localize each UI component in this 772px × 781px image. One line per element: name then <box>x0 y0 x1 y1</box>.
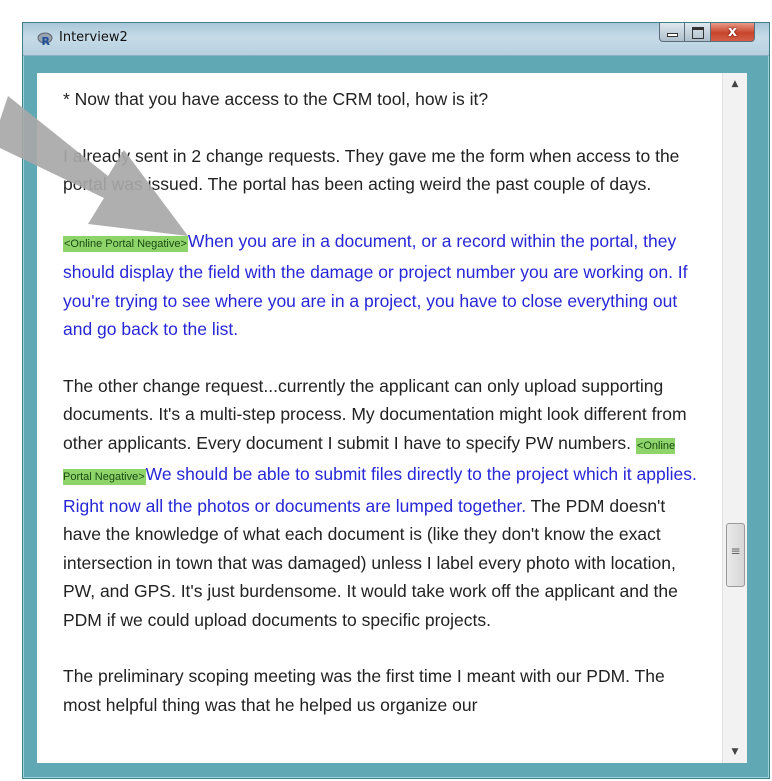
scroll-up-icon[interactable]: ▲ <box>723 73 747 95</box>
window-controls: x <box>659 23 755 43</box>
answer-paragraph-1: I already sent in 2 change requests. The… <box>63 145 680 195</box>
scroll-down-icon[interactable]: ▼ <box>723 741 747 763</box>
application-window: R Interview2 x * Now that you have acces… <box>22 22 770 779</box>
close-icon: x <box>727 24 738 40</box>
close-button[interactable]: x <box>711 23 755 42</box>
document-pane[interactable]: * Now that you have access to the CRM to… <box>37 73 742 763</box>
document-text[interactable]: * Now that you have access to the CRM to… <box>63 85 703 747</box>
grip-icon: ≡ <box>730 544 741 558</box>
answer-paragraph-3: The preliminary scoping meeting was the … <box>63 666 665 715</box>
minimize-button[interactable] <box>659 23 685 42</box>
r-icon: R <box>37 32 53 47</box>
question-paragraph: * Now that you have access to the CRM to… <box>63 89 489 109</box>
code-tag[interactable]: <Online Portal Negative> <box>63 235 188 252</box>
maximize-button[interactable] <box>685 23 711 42</box>
svg-text:R: R <box>42 35 51 47</box>
answer-paragraph-2: The other change request...currently the… <box>63 372 703 635</box>
window-title: Interview2 <box>59 30 128 45</box>
coded-paragraph-1: <Online Portal Negative>When you are in … <box>63 227 703 344</box>
vertical-scrollbar[interactable]: ▲ ≡ ▼ <box>722 73 747 763</box>
scroll-thumb[interactable]: ≡ <box>726 523 745 587</box>
plain-text: The other change request...currently the… <box>63 375 687 453</box>
title-bar[interactable]: R Interview2 x <box>23 23 769 56</box>
